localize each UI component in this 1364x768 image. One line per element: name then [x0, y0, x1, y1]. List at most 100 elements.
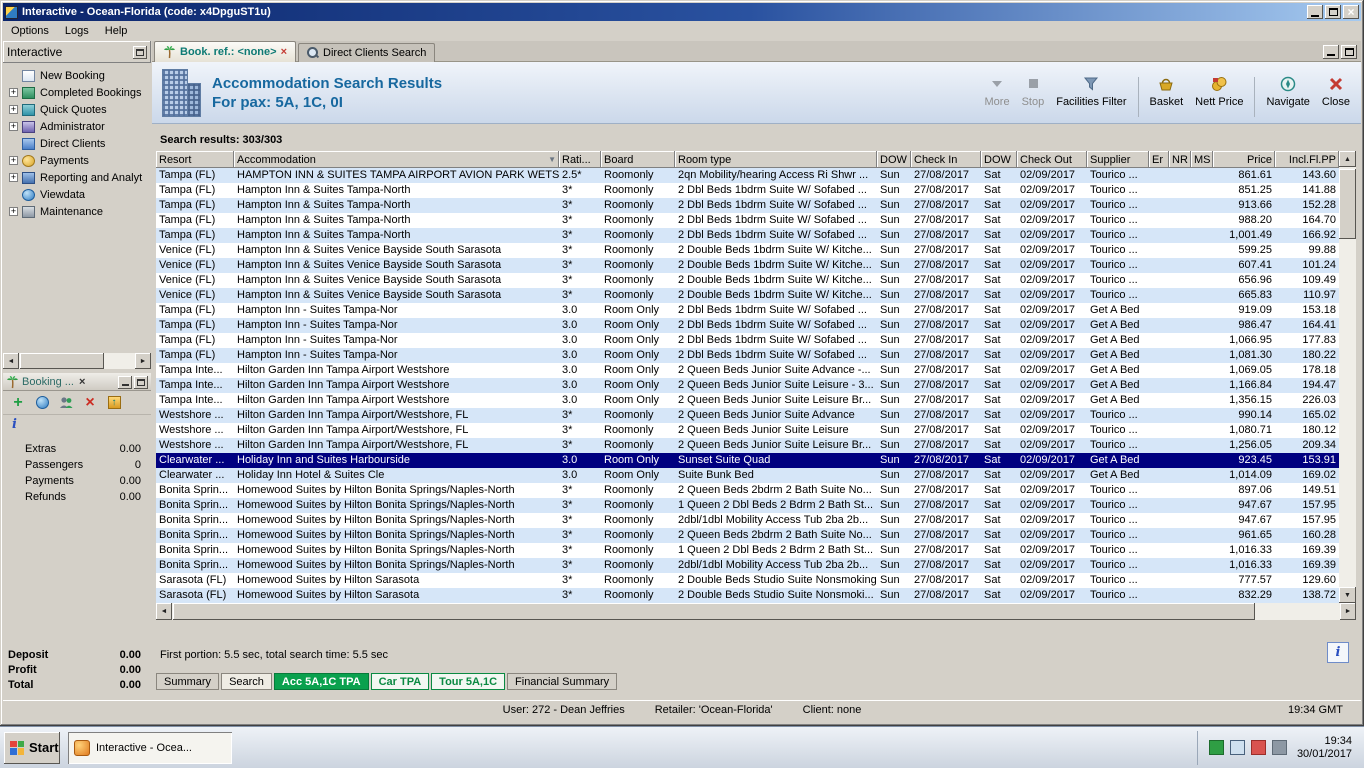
result-row[interactable]: Tampa (FL) Hampton Inn - Suites Tampa-No… [156, 303, 1339, 318]
result-row[interactable]: Tampa Inte... Hilton Garden Inn Tampa Ai… [156, 363, 1339, 378]
scroll-track[interactable] [19, 353, 135, 369]
globe-icon[interactable] [34, 395, 50, 411]
stop-button[interactable]: Stop [1017, 73, 1050, 110]
horizontal-scrollbar[interactable] [156, 603, 1356, 620]
result-row[interactable]: Clearwater ... Holiday Inn and Suites Ha… [156, 453, 1339, 468]
close-window-button[interactable] [1343, 5, 1359, 19]
result-row[interactable]: Tampa Inte... Hilton Garden Inn Tampa Ai… [156, 393, 1339, 408]
column-er[interactable]: Er [1149, 151, 1169, 168]
result-row[interactable]: Venice (FL) Hampton Inn & Suites Venice … [156, 243, 1339, 258]
column-board[interactable]: Board [601, 151, 675, 168]
result-row[interactable]: Tampa (FL) Hampton Inn & Suites Tampa-No… [156, 183, 1339, 198]
result-row[interactable]: Westshore ... Hilton Garden Inn Tampa Ai… [156, 438, 1339, 453]
scroll-right-button[interactable] [1340, 603, 1356, 620]
bottom-tab[interactable]: Financial Summary [507, 673, 618, 690]
column-rating[interactable]: Rati... [559, 151, 601, 168]
scroll-thumb[interactable] [20, 353, 104, 369]
column-resort[interactable]: Resort [156, 151, 234, 168]
more-button[interactable]: More [980, 73, 1015, 110]
export-icon[interactable] [106, 395, 122, 411]
mdi-restore-button[interactable] [1341, 44, 1357, 59]
sidebar-item[interactable]: Quick Quotes [3, 101, 151, 118]
info-button[interactable] [1327, 642, 1349, 663]
result-row[interactable]: Sarasota (FL) Homewood Suites by Hilton … [156, 588, 1339, 603]
result-row[interactable]: Westshore ... Hilton Garden Inn Tampa Ai… [156, 408, 1339, 423]
result-row[interactable]: Tampa (FL) Hampton Inn - Suites Tampa-No… [156, 348, 1339, 363]
result-row[interactable]: Bonita Sprin... Homewood Suites by Hilto… [156, 543, 1339, 558]
column-room-type[interactable]: Room type [675, 151, 877, 168]
result-row[interactable]: Tampa (FL) Hampton Inn & Suites Tampa-No… [156, 228, 1339, 243]
tab-direct-clients-search[interactable]: Direct Clients Search [298, 43, 436, 62]
facilities-filter-button[interactable]: Facilities Filter [1051, 73, 1131, 110]
scroll-track[interactable] [172, 603, 1340, 620]
taskbar-task-button[interactable]: Interactive - Ocea... [68, 731, 232, 764]
sidebar-item[interactable]: Reporting and Analyt [3, 169, 151, 186]
start-button[interactable]: Start [4, 731, 60, 764]
menu-logs[interactable]: Logs [57, 23, 97, 39]
column-check-out[interactable]: Check Out [1017, 151, 1087, 168]
result-row[interactable]: Bonita Sprin... Homewood Suites by Hilto… [156, 483, 1339, 498]
column-price[interactable]: Price [1213, 151, 1275, 168]
result-row[interactable]: Tampa (FL) Hampton Inn - Suites Tampa-No… [156, 318, 1339, 333]
column-accommodation[interactable]: Accommodation [234, 151, 559, 168]
result-row[interactable]: Tampa (FL) Hampton Inn & Suites Tampa-No… [156, 198, 1339, 213]
result-row[interactable]: Sarasota (FL) Homewood Suites by Hilton … [156, 573, 1339, 588]
result-row[interactable]: Bonita Sprin... Homewood Suites by Hilto… [156, 558, 1339, 573]
result-row[interactable]: Bonita Sprin... Homewood Suites by Hilto… [156, 513, 1339, 528]
scroll-track[interactable] [1339, 167, 1356, 587]
expand-plus-icon[interactable] [9, 105, 18, 114]
sidebar-item[interactable]: Maintenance [3, 203, 151, 220]
sidebar-item[interactable]: Direct Clients [3, 135, 151, 152]
sidebar-collapse-button[interactable] [133, 45, 147, 59]
column-supplier[interactable]: Supplier [1087, 151, 1149, 168]
expand-plus-icon[interactable] [9, 122, 18, 131]
delete-icon[interactable] [82, 395, 98, 411]
result-row[interactable]: Tampa Inte... Hilton Garden Inn Tampa Ai… [156, 378, 1339, 393]
sidebar-item[interactable]: Payments [3, 152, 151, 169]
bottom-tab[interactable]: Search [221, 673, 272, 690]
booking-close-icon[interactable] [79, 376, 85, 388]
result-row[interactable]: Bonita Sprin... Homewood Suites by Hilto… [156, 528, 1339, 543]
bottom-tab[interactable]: Summary [156, 673, 220, 690]
scroll-right-button[interactable] [135, 353, 151, 369]
sidebar-item[interactable]: Viewdata [3, 186, 151, 203]
column-nr[interactable]: NR [1169, 151, 1191, 168]
expand-plus-icon[interactable] [9, 156, 18, 165]
basket-button[interactable]: Basket [1145, 73, 1189, 110]
sidebar-item[interactable]: New Booking [3, 67, 151, 84]
mdi-minimize-button[interactable] [1323, 44, 1339, 59]
result-row[interactable]: Tampa (FL) Hampton Inn - Suites Tampa-No… [156, 333, 1339, 348]
volume-tray-icon[interactable] [1271, 740, 1287, 755]
scroll-thumb[interactable] [1339, 169, 1356, 239]
navigate-button[interactable]: Navigate [1261, 73, 1314, 110]
bottom-tab[interactable]: Tour 5A,1C [431, 673, 506, 690]
sidebar-horizontal-scrollbar[interactable] [3, 353, 151, 369]
result-row[interactable]: Tampa (FL) Hampton Inn & Suites Tampa-No… [156, 213, 1339, 228]
scroll-up-button[interactable] [1339, 151, 1356, 167]
scroll-down-button[interactable] [1339, 587, 1356, 603]
column-dow-out[interactable]: DOW [981, 151, 1017, 168]
restore-button[interactable] [1325, 5, 1341, 19]
minimize-button[interactable] [1307, 5, 1323, 19]
expand-plus-icon[interactable] [9, 207, 18, 216]
column-ms[interactable]: MS [1191, 151, 1213, 168]
close-results-button[interactable]: Close [1317, 73, 1355, 110]
result-row[interactable]: Bonita Sprin... Homewood Suites by Hilto… [156, 498, 1339, 513]
nett-price-button[interactable]: Nett Price [1190, 73, 1248, 110]
add-passenger-icon[interactable] [58, 395, 74, 411]
column-check-in[interactable]: Check In [911, 151, 981, 168]
menu-options[interactable]: Options [3, 23, 57, 39]
result-row[interactable]: Tampa (FL) HAMPTON INN & SUITES TAMPA AI… [156, 168, 1339, 183]
scroll-left-button[interactable] [3, 353, 19, 369]
result-row[interactable]: Venice (FL) Hampton Inn & Suites Venice … [156, 273, 1339, 288]
sidebar-item[interactable]: Administrator [3, 118, 151, 135]
scroll-thumb[interactable] [173, 603, 1255, 620]
column-incl-fl-pp[interactable]: Incl.Fl.PP [1275, 151, 1339, 168]
bottom-tab[interactable]: Acc 5A,1C TPA [273, 673, 369, 690]
booking-minimize-button[interactable] [118, 375, 132, 389]
tab-booking-ref[interactable]: Book. ref.: <none> [154, 41, 297, 62]
vertical-scrollbar[interactable] [1339, 151, 1356, 603]
column-dow-in[interactable]: DOW [877, 151, 911, 168]
scroll-left-button[interactable] [156, 603, 172, 620]
booking-restore-button[interactable] [134, 375, 148, 389]
